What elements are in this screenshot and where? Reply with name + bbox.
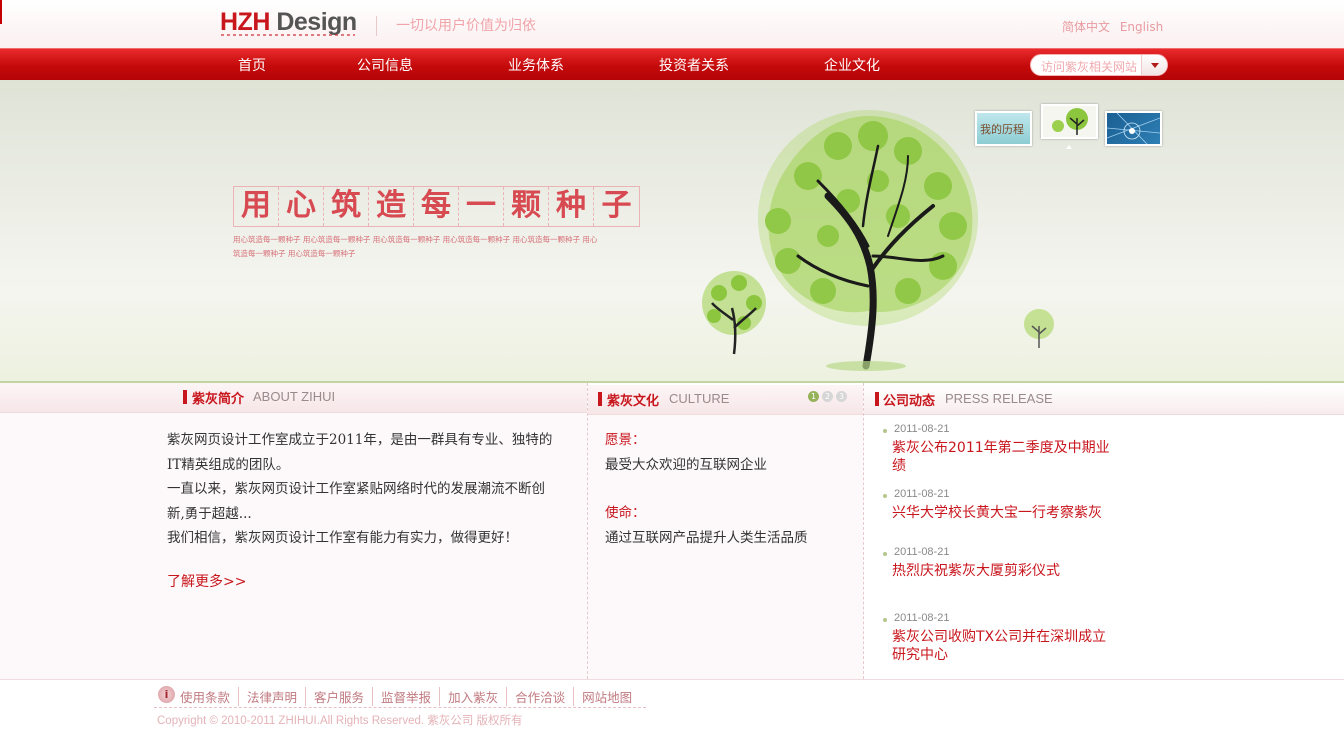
copyright: Copyright © 2010-2011 ZHIHUI.All Rights … <box>157 715 523 727</box>
about-line: IT精英组成的团队。 <box>167 456 290 473</box>
culture-title-en: CULTURE <box>669 391 730 406</box>
bullet-icon <box>883 494 887 498</box>
banner-title-char: 颗 <box>504 187 549 226</box>
mission-label: 使命： <box>605 505 646 521</box>
banner-title-char: 筑 <box>324 187 369 226</box>
news-item: 2011-08-21 紫灰公布2011年第二季度及中期业绩 <box>883 423 1113 475</box>
small-tree-illustration <box>702 271 766 355</box>
about-title: 紫灰简介 <box>192 392 245 407</box>
culture-title: 紫灰文化 <box>607 394 660 409</box>
about-line: 一直以来，紫灰网页设计工作室紧贴网络时代的发展潮流不断创 <box>167 481 545 497</box>
bullet-icon <box>883 429 887 433</box>
news-item: 2011-08-21 兴华大学校长黄大宝一行考察紫灰 <box>883 488 1113 528</box>
bullet-icon <box>883 618 887 622</box>
nav-item-business[interactable]: 业务体系 <box>508 55 564 75</box>
culture-header: 紫灰文化 CULTURE <box>588 385 863 415</box>
footer-divider <box>154 707 646 708</box>
footer-link-service[interactable]: 客户服务 <box>305 687 372 706</box>
mission-text: 通过互联网产品提升人类生活品质 <box>605 529 808 546</box>
news-item: 2011-08-21 热烈庆祝紫灰大厦剪彩仪式 <box>883 546 1113 586</box>
about-line: 新,勇于超越... <box>167 505 252 522</box>
tree-thumbnail-icon <box>1052 108 1088 135</box>
column-divider <box>863 383 864 679</box>
news-title-en: PRESS RELEASE <box>945 391 1053 406</box>
news-title-link[interactable]: 兴华大学校长黄大宝一行考察紫灰 <box>892 504 1112 522</box>
news-date: 2011-08-21 <box>894 546 950 558</box>
footer-link-terms[interactable]: 使用条款 <box>180 687 238 706</box>
banner-subtitle: 用心筑造每一颗种子 用心筑造每一颗种子 用心筑造每一颗种子 用心筑造每一颗种子 … <box>233 235 598 258</box>
section-marker <box>598 392 602 406</box>
footer-link-cooperation[interactable]: 合作洽谈 <box>506 687 573 706</box>
news-title-link[interactable]: 紫灰公司收购TX公司并在深圳成立研究中心 <box>892 628 1112 664</box>
about-line: 我们相信，紫灰网页设计工作室有能力有实力，做得更好！ <box>167 530 518 546</box>
about-header: 紫灰简介 ABOUT ZIHUI <box>0 383 587 413</box>
vision-label: 愿景： <box>605 432 646 448</box>
related-sites-select[interactable]: 访问紫灰相关网站 <box>1030 54 1168 76</box>
news-item: 2011-08-21 紫灰公司收购TX公司并在深圳成立研究中心 <box>883 612 1113 664</box>
section-marker <box>875 392 879 406</box>
news-header: 公司动态 PRESS RELEASE <box>864 385 1344 415</box>
big-tree-illustration <box>758 110 978 371</box>
logo-design: Design <box>276 8 357 36</box>
nav-item-investors[interactable]: 投资者关系 <box>659 55 729 75</box>
info-icon: i <box>158 686 175 703</box>
main-nav: 首页 公司信息 业务体系 投资者关系 企业文化 访问紫灰相关网站 <box>0 48 1344 80</box>
lang-english-link[interactable]: English <box>1120 20 1163 34</box>
logo-underline <box>221 34 355 36</box>
culture-page-3[interactable]: 3 <box>836 391 847 402</box>
related-sites-select-value: 访问紫灰相关网站 <box>1041 60 1138 74</box>
news-date: 2011-08-21 <box>894 612 950 624</box>
culture-page-2[interactable]: 2 <box>822 391 833 402</box>
news-title-link[interactable]: 紫灰公布2011年第二季度及中期业绩 <box>892 439 1112 475</box>
logo[interactable]: HZH Design <box>220 8 357 37</box>
nav-item-company-info[interactable]: 公司信息 <box>357 55 413 75</box>
section-marker <box>183 390 187 404</box>
header-divider <box>376 16 377 36</box>
vision-text: 最受大众欢迎的互联网企业 <box>605 456 767 473</box>
banner-title-char: 一 <box>459 187 504 226</box>
nav-item-culture[interactable]: 企业文化 <box>824 55 880 75</box>
lang-chinese-link[interactable]: 简体中文 <box>1062 20 1110 34</box>
news-date: 2011-08-21 <box>894 423 950 435</box>
news-title: 公司动态 <box>883 394 936 409</box>
footer-link-legal[interactable]: 法律声明 <box>238 687 305 706</box>
footer-link-join[interactable]: 加入紫灰 <box>439 687 506 706</box>
dropdown-button[interactable] <box>1141 55 1167 75</box>
banner-title-char: 用 <box>234 187 279 226</box>
chevron-down-icon <box>1151 63 1159 72</box>
banner-title-char: 子 <box>601 188 632 223</box>
news-date: 2011-08-21 <box>894 488 950 500</box>
bullet-icon <box>883 552 887 556</box>
hero-banner: 用 心 筑 造 每 一 颗 种 子 用心筑造每一颗种子 用心筑造每一颗种子 用心… <box>0 80 1344 383</box>
footer-links: 使用条款 法律声明 客户服务 监督举报 加入紫灰 合作洽谈 网站地图 <box>180 687 640 706</box>
banner-thumb-1[interactable]: 我的历程 <box>975 111 1032 146</box>
about-line: 紫灰网页设计工作室成立于2011年，是由一群具有专业、独特的 <box>167 432 553 448</box>
banner-title-char: 心 <box>279 187 324 226</box>
footer-link-report[interactable]: 监督举报 <box>372 687 439 706</box>
column-divider <box>587 383 588 679</box>
banner-thumb-3[interactable] <box>1105 111 1162 146</box>
slogan: 一切以用户价值为归依 <box>396 18 536 34</box>
footer-link-sitemap[interactable]: 网站地图 <box>573 687 640 706</box>
thumb-caption: 我的历程 <box>980 123 1024 136</box>
news-title-link[interactable]: 热烈庆祝紫灰大厦剪彩仪式 <box>892 562 1112 580</box>
banner-title-char: 每 <box>414 187 459 226</box>
nav-item-home[interactable]: 首页 <box>238 55 266 75</box>
about-title-en: ABOUT ZIHUI <box>253 389 336 404</box>
header-corner-accent <box>0 0 2 24</box>
banner-title: 用 心 筑 造 每 一 颗 种 子 <box>233 186 640 227</box>
banner-title-char: 种 <box>549 187 594 226</box>
network-thumbnail-icon <box>1106 112 1161 145</box>
culture-page-1[interactable]: 1 <box>808 391 819 402</box>
tiny-tree-illustration <box>1024 309 1054 348</box>
site-header: HZH Design 一切以用户价值为归依 简体中文 English <box>0 0 1344 48</box>
about-text: 紫灰网页设计工作室成立于2011年，是由一群具有专业、独特的 IT精英组成的团队… <box>167 428 567 551</box>
banner-thumb-2[interactable] <box>1041 104 1098 139</box>
language-switch: 简体中文 English <box>1062 18 1169 35</box>
active-thumb-indicator <box>1066 142 1072 149</box>
banner-title-char: 造 <box>369 187 414 226</box>
learn-more-link[interactable]: 了解更多>> <box>167 571 246 591</box>
logo-hzh: HZH <box>220 8 270 36</box>
culture-content: 愿景： 最受大众欢迎的互联网企业 使命： 通过互联网产品提升人类生活品质 <box>605 428 808 550</box>
